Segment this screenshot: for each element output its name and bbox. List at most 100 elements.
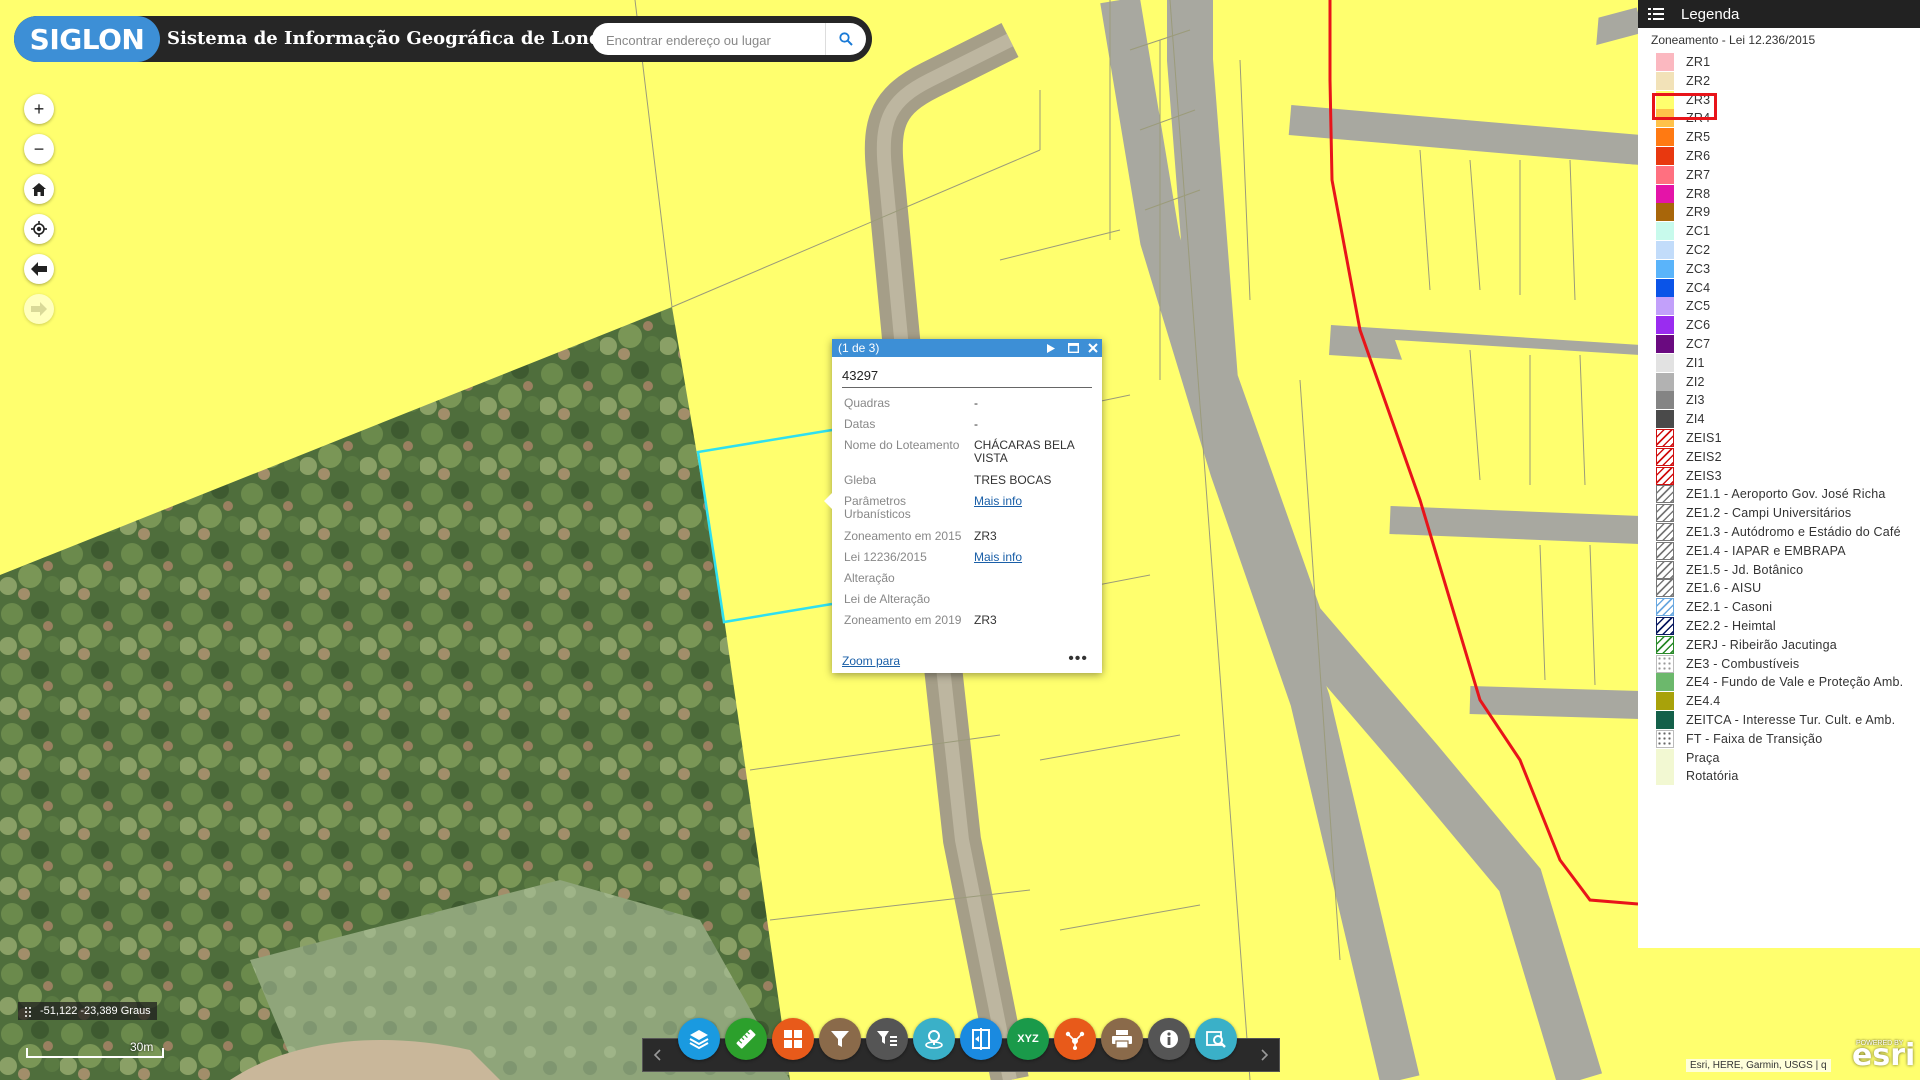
legend-label: ZC6	[1686, 318, 1711, 333]
legend-label: ZEIS1	[1686, 431, 1722, 445]
compare-tool[interactable]	[960, 1018, 1002, 1060]
legend-swatch	[1656, 654, 1674, 673]
legend-swatch	[1656, 560, 1674, 579]
print-tool[interactable]	[1101, 1018, 1143, 1060]
legend-label: ZC1	[1686, 224, 1711, 239]
legend-swatch	[1656, 335, 1674, 353]
layers-tool[interactable]	[678, 1018, 720, 1060]
legend-swatch	[1656, 541, 1674, 560]
zoom-out-button[interactable]: −	[24, 134, 54, 164]
legend-label: ZE3 - Combustíveis	[1686, 656, 1800, 671]
popup-next-button[interactable]	[1044, 341, 1058, 355]
legend-swatch	[1656, 53, 1674, 71]
next-extent-button[interactable]	[24, 294, 54, 324]
legend-swatch	[1656, 579, 1674, 598]
legend-label: ZE1.2 - Campi Universitários	[1686, 506, 1852, 521]
legend-layer-title: Zoneamento - Lei 12.236/2015	[1651, 33, 1816, 47]
legend-header: Legenda	[1638, 0, 1920, 28]
legend-label: ZC7	[1686, 337, 1711, 351]
plus-icon: +	[33, 99, 45, 119]
legend-item: ZEITCA - Interesse Tur. Cult. e Amb.	[1656, 709, 1918, 729]
legend-swatch	[1656, 466, 1674, 485]
legend-item: ZE1.6 - AISU	[1656, 577, 1918, 598]
legend-swatch	[1656, 165, 1674, 184]
legend-item: ZI1	[1656, 352, 1918, 372]
previous-extent-button[interactable]	[24, 254, 54, 284]
legend-item: ZE1.5 - Jd. Botânico	[1656, 559, 1918, 579]
scale-label: 30m	[130, 1040, 154, 1054]
legend-title: Legenda	[1681, 6, 1740, 23]
close-icon	[1088, 343, 1098, 353]
toolbar-prev-button[interactable]	[643, 1039, 671, 1071]
search-tool[interactable]	[1195, 1018, 1237, 1060]
legend-item: ZC2	[1656, 239, 1918, 259]
popup-close-button[interactable]	[1086, 341, 1100, 355]
mais-info-link[interactable]: Mais info	[974, 494, 1022, 508]
legend-swatch	[1656, 147, 1674, 165]
filter-tool[interactable]	[819, 1018, 861, 1060]
attr-row-loteamento: Nome do Loteamento CHÁCARAS BELA VISTA	[844, 439, 1094, 465]
legend-swatch	[1656, 748, 1674, 767]
home-button[interactable]	[24, 174, 54, 204]
legend-label: ZI1	[1686, 355, 1705, 370]
popup-divider	[842, 387, 1092, 388]
legend-label: ZR2	[1686, 73, 1711, 88]
home-icon	[32, 182, 46, 196]
mais-info-link[interactable]: Mais info	[974, 550, 1022, 564]
legend-item: ZR2	[1656, 70, 1918, 90]
attr-row-alteracao: Alteração	[844, 572, 1094, 585]
legend-label: ZR8	[1686, 186, 1711, 201]
legend-item: ZE1.4 - IAPAR e EMBRAPA	[1656, 540, 1918, 560]
legend-label: ZI3	[1686, 393, 1705, 408]
legend-item: ZI4	[1656, 408, 1918, 429]
play-icon	[1047, 343, 1055, 353]
attr-row-gleba: Gleba TRES BOCAS	[844, 474, 1094, 487]
more-actions-button[interactable]: •••	[1068, 650, 1088, 668]
legend-swatch	[1656, 184, 1674, 203]
legend-swatch	[1656, 767, 1674, 786]
zoom-in-button[interactable]: +	[24, 94, 54, 124]
legend-item: ZE1.1 - Aeroporto Gov. José Richa	[1656, 483, 1918, 504]
legend-label: ZR9	[1686, 205, 1711, 220]
attribute-filter-tool[interactable]	[866, 1018, 908, 1060]
legend-swatch	[1656, 259, 1674, 278]
attr-key: Lei de Alteração	[844, 592, 931, 606]
legend-item: ZE4 - Fundo de Vale e Proteção Amb.	[1656, 671, 1918, 692]
app-logo[interactable]: SIGLON	[14, 16, 160, 62]
legend-item: ZR9	[1656, 201, 1918, 222]
legend-label: ZC2	[1686, 243, 1711, 257]
legend-swatch	[1656, 447, 1674, 466]
measure-tool[interactable]	[725, 1018, 767, 1060]
search-input[interactable]	[604, 23, 826, 55]
legend-label: ZE1.4 - IAPAR e EMBRAPA	[1686, 543, 1846, 558]
popup-maximize-button[interactable]	[1066, 341, 1080, 355]
split-icon	[972, 1028, 990, 1050]
toolbar-next-button[interactable]	[1251, 1039, 1279, 1071]
legend-swatch	[1656, 353, 1674, 372]
coordinate-tool[interactable]: XYZ	[1007, 1018, 1049, 1060]
esri-logo[interactable]: esri	[1852, 1038, 1915, 1073]
legend-swatch	[1656, 635, 1674, 654]
legend-label: ZR6	[1686, 149, 1711, 163]
about-tool[interactable]	[1148, 1018, 1190, 1060]
attr-key: Alteração	[844, 571, 895, 585]
ruler-icon	[736, 1029, 756, 1049]
zoom-to-link[interactable]: Zoom para	[842, 654, 900, 668]
map-attribution[interactable]: Esri, HERE, Garmin, USGS | q	[1686, 1059, 1831, 1072]
info-icon	[1160, 1030, 1178, 1048]
legend-label: ZE1.1 - Aeroporto Gov. José Richa	[1686, 487, 1886, 502]
attr-row-lei: Lei 12236/2015 Mais info	[844, 551, 1094, 564]
locate-tool[interactable]	[913, 1018, 955, 1060]
basemap-tool[interactable]	[772, 1018, 814, 1060]
attr-value	[974, 593, 1094, 606]
popup-counter: (1 de 3)	[838, 341, 880, 355]
search-button[interactable]	[825, 23, 866, 55]
legend-item: ZC5	[1656, 295, 1918, 316]
legend-label: ZEITCA - Interesse Tur. Cult. e Amb.	[1686, 713, 1896, 727]
arrow-left-icon	[31, 262, 47, 276]
legend-label: ZR5	[1686, 130, 1711, 145]
attr-value: Mais info	[974, 495, 1094, 521]
list-icon[interactable]	[1648, 7, 1664, 21]
locate-button[interactable]	[24, 214, 54, 244]
share-tool[interactable]	[1054, 1018, 1096, 1060]
